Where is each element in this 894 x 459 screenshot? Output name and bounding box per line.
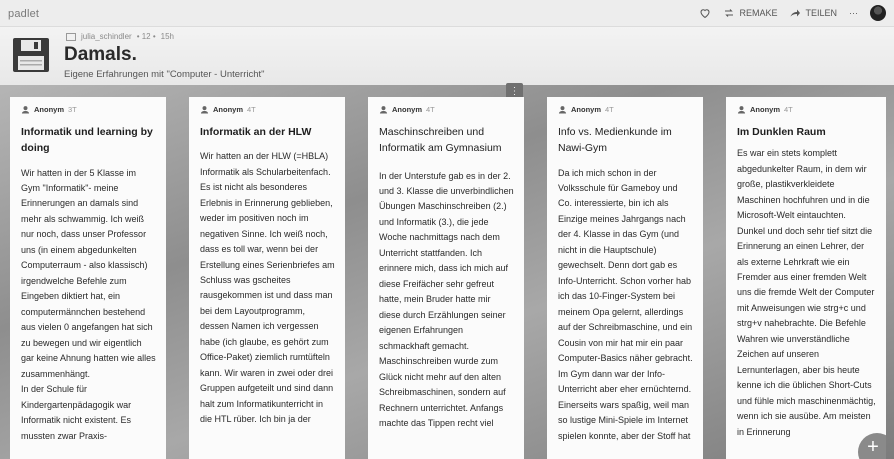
header-age: 15h bbox=[160, 32, 175, 41]
post-author: Anonym 4T bbox=[558, 105, 693, 114]
post-body: In der Unterstufe gab es in der 2. und 3… bbox=[379, 170, 514, 429]
header-count: • 12 • bbox=[136, 32, 156, 41]
post-body: Wir hatten an der HLW (=HBLA) Informatik… bbox=[200, 151, 335, 425]
anonymous-icon bbox=[200, 106, 209, 114]
like-button[interactable] bbox=[699, 7, 711, 19]
post-title: Maschinschreiben und Informatik am Gymna… bbox=[379, 126, 502, 155]
remake-label: REMAKE bbox=[739, 8, 778, 18]
brand-logo[interactable]: padlet bbox=[8, 8, 39, 20]
post-body: Da ich mich schon in der Volksschule für… bbox=[558, 167, 693, 441]
padlet-header: julia_schindler • 12 • 15h Damals. Eigen… bbox=[0, 27, 894, 85]
author-name: Anonym bbox=[34, 105, 64, 114]
post-meta: julia_schindler • 12 • 15h bbox=[66, 32, 174, 41]
header-author[interactable]: julia_schindler bbox=[81, 32, 132, 41]
author-name: Anonym bbox=[750, 105, 780, 114]
remake-button[interactable]: REMAKE bbox=[723, 7, 777, 19]
post-time: 4T bbox=[784, 105, 793, 114]
post-title: Info vs. Medienkunde im Nawi-Gym bbox=[558, 126, 672, 155]
share-label: TEILEN bbox=[805, 8, 837, 18]
post-title: Informatik an der HLW bbox=[200, 126, 312, 138]
share-arrow-icon bbox=[790, 9, 801, 17]
post-author: Anonym 4T bbox=[737, 105, 876, 114]
author-icon bbox=[66, 32, 76, 41]
author-name: Anonym bbox=[392, 105, 422, 114]
heart-icon bbox=[700, 9, 710, 19]
more-button[interactable]: ··· bbox=[849, 8, 858, 18]
post-card[interactable]: Anonym 4T Info vs. Medienkunde im Nawi-G… bbox=[547, 97, 703, 459]
post-time: 3T bbox=[68, 105, 77, 114]
post-card[interactable]: Anonym 3T Informatik und learning by doi… bbox=[10, 97, 166, 459]
post-time: 4T bbox=[247, 105, 256, 114]
post-time: 4T bbox=[605, 105, 614, 114]
post-author: Anonym 4T bbox=[379, 105, 514, 114]
top-bar: padlet REMAKE TEILEN ··· bbox=[0, 0, 894, 27]
author-name: Anonym bbox=[213, 105, 243, 114]
remake-icon bbox=[725, 9, 734, 17]
page-subtitle: Eigene Erfahrungen mit "Computer - Unter… bbox=[64, 69, 265, 80]
user-avatar[interactable] bbox=[870, 5, 886, 21]
post-body: Es war ein stets komplett abgedunkelter … bbox=[737, 148, 876, 437]
anonymous-icon bbox=[737, 106, 746, 114]
post-card[interactable]: Anonym 4T Maschinschreiben und Informati… bbox=[368, 97, 524, 459]
share-button[interactable]: TEILEN bbox=[789, 7, 837, 19]
post-author: Anonym 4T bbox=[200, 105, 335, 114]
post-author: Anonym 3T bbox=[21, 105, 156, 114]
author-name: Anonym bbox=[571, 105, 601, 114]
post-title: Im Dunklen Raum bbox=[737, 126, 826, 138]
post-card[interactable]: Anonym 4T Informatik an der HLW Wir hatt… bbox=[189, 97, 345, 459]
post-title: Informatik und learning by doing bbox=[21, 126, 153, 155]
post-time: 4T bbox=[426, 105, 435, 114]
post-body: Wir hatten in der 5 Klasse im Gym "Infor… bbox=[21, 167, 156, 441]
anonymous-icon bbox=[21, 106, 30, 114]
post-card[interactable]: Anonym 4T Im Dunklen Raum Es war ein ste… bbox=[726, 97, 886, 459]
page-title: Damals. bbox=[64, 44, 137, 65]
floppy-disk-icon bbox=[13, 38, 49, 72]
anonymous-icon bbox=[379, 106, 388, 114]
toolbar: REMAKE TEILEN ··· bbox=[699, 5, 886, 21]
anonymous-icon bbox=[558, 106, 567, 114]
